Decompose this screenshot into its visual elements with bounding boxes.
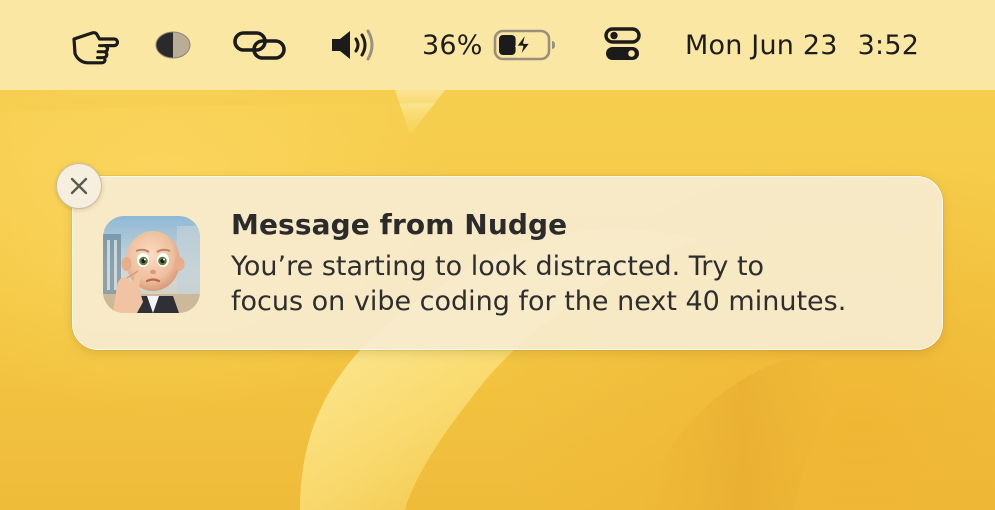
close-icon [70,177,88,195]
notification-title: Message from Nudge [231,208,568,241]
notification-close-button[interactable] [56,163,102,209]
menu-bar: 36% Mon Jun 23 3:52 [0,0,995,90]
time-text: 3:52 [857,29,920,61]
notification-banner[interactable]: Message from Nudge You’re starting to lo… [72,176,943,350]
battery-percentage[interactable]: 36% [422,0,483,90]
pointing-hand-icon[interactable] [70,0,122,90]
link-icon[interactable] [232,0,288,90]
half-circle-display-icon[interactable] [153,0,193,90]
control-center-icon[interactable] [604,0,642,90]
speaker-volume-icon[interactable] [329,0,381,90]
notification-body-line-1: You’re starting to look distracted. Try … [231,251,765,282]
battery-percent-text: 36% [422,29,483,61]
date-text: Mon Jun 23 [685,29,838,61]
battery-charging-icon[interactable] [493,0,559,90]
notification-body-line-2: focus on vibe coding for the next 40 min… [231,286,847,317]
notification-body: You’re starting to look distracted. Try … [231,249,931,319]
menu-clock[interactable]: Mon Jun 23 3:52 [685,0,919,90]
baby-face-app-icon [103,216,200,313]
